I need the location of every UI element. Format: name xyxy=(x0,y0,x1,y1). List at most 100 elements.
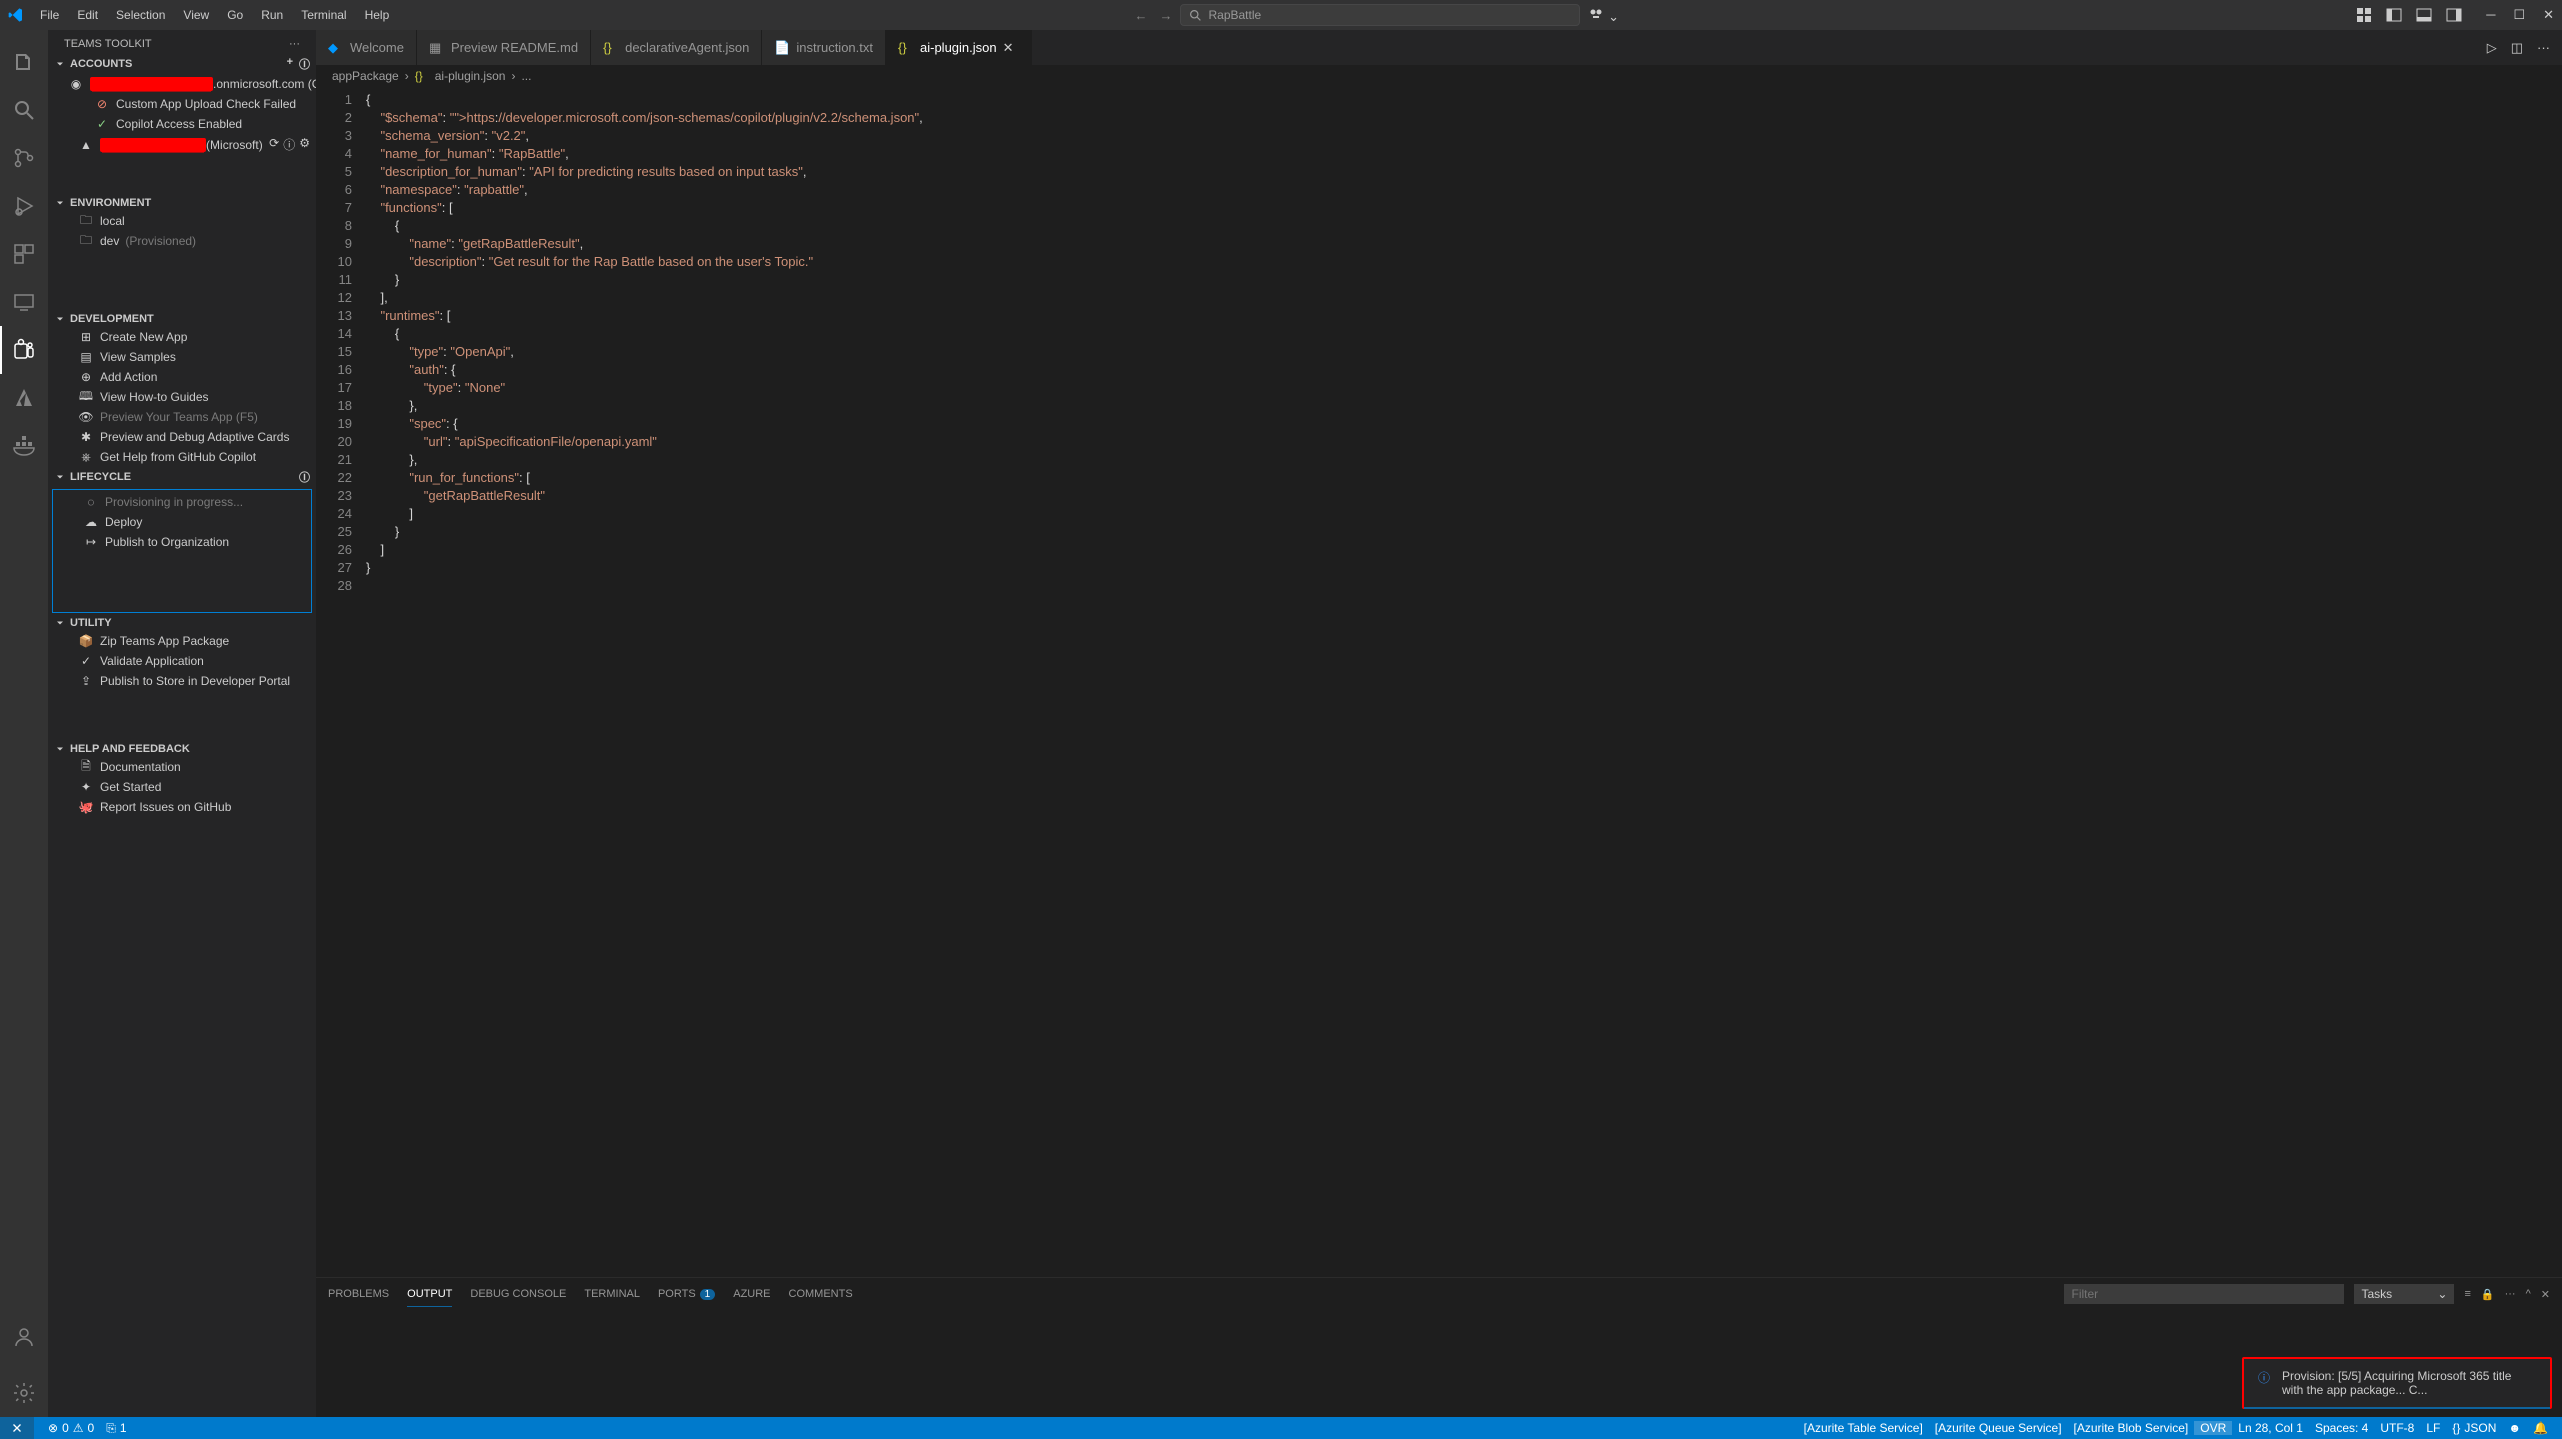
status-eol[interactable]: LF xyxy=(2420,1421,2446,1435)
chevron-up-icon[interactable]: ^ xyxy=(2526,1288,2531,1300)
breadcrumb[interactable]: appPackage › {} ai-plugin.json › ... xyxy=(316,65,2562,87)
refresh-icon[interactable]: ⟳ xyxy=(269,136,279,153)
activity-source-control[interactable] xyxy=(0,134,48,182)
tab-preview-readme[interactable]: ▦Preview README.md xyxy=(417,30,591,65)
panel-tab-terminal[interactable]: TERMINAL xyxy=(584,1282,640,1306)
activity-search[interactable] xyxy=(0,86,48,134)
dev-preview-cards[interactable]: ✱Preview and Debug Adaptive Cards xyxy=(48,427,316,447)
info-icon[interactable]: ⓘ xyxy=(283,136,295,153)
panel-right-icon[interactable] xyxy=(2446,7,2462,23)
menu-edit[interactable]: Edit xyxy=(69,4,106,26)
menu-run[interactable]: Run xyxy=(253,4,291,26)
section-development[interactable]: DEVELOPMENT xyxy=(48,311,316,327)
account-copilot-enabled[interactable]: ✓ Copilot Access Enabled xyxy=(48,114,316,134)
activity-teams-toolkit[interactable] xyxy=(0,326,48,374)
section-accounts[interactable]: ACCOUNTS + ⓘ xyxy=(48,54,316,74)
window-maximize-icon[interactable]: ☐ xyxy=(2513,7,2525,23)
status-encoding[interactable]: UTF-8 xyxy=(2374,1421,2420,1435)
env-local[interactable]: 🗀 local xyxy=(48,211,316,231)
info-icon[interactable]: ⓘ xyxy=(299,56,310,72)
help-docs[interactable]: 🗎Documentation xyxy=(48,757,316,777)
help-report-issue[interactable]: 🐙Report Issues on GitHub xyxy=(48,797,316,817)
add-account-icon[interactable]: + xyxy=(287,56,293,72)
layout-grid-icon[interactable] xyxy=(2356,7,2372,23)
status-cursor-position[interactable]: Ln 28, Col 1 xyxy=(2232,1421,2309,1435)
menu-selection[interactable]: Selection xyxy=(108,4,173,26)
account-custom-app-failed[interactable]: ⊘ Custom App Upload Check Failed xyxy=(48,94,316,114)
lifecycle-provisioning[interactable]: ◌Provisioning in progress... xyxy=(53,492,311,512)
panel-tab-output[interactable]: OUTPUT xyxy=(407,1282,452,1307)
help-get-started[interactable]: ✦Get Started xyxy=(48,777,316,797)
window-close-icon[interactable]: ✕ xyxy=(2543,7,2554,23)
panel-filter-input[interactable] xyxy=(2064,1284,2344,1304)
activity-explorer[interactable] xyxy=(0,38,48,86)
activity-accounts[interactable] xyxy=(0,1313,48,1361)
dev-github-copilot[interactable]: ⎈Get Help from GitHub Copilot xyxy=(48,447,316,467)
close-icon[interactable]: ✕ xyxy=(1003,40,1019,56)
lifecycle-publish[interactable]: ↦Publish to Organization xyxy=(53,532,311,552)
panel-tab-ports[interactable]: PORTS1 xyxy=(658,1282,715,1306)
info-icon[interactable]: ⓘ xyxy=(299,469,310,485)
status-feedback-icon[interactable]: ☻ xyxy=(2502,1421,2527,1435)
tab-welcome[interactable]: ◆Welcome xyxy=(316,30,417,65)
window-minimize-icon[interactable]: ─ xyxy=(2486,7,2495,23)
more-icon[interactable]: ··· xyxy=(2505,1288,2516,1300)
gear-icon[interactable]: ⚙ xyxy=(299,136,310,153)
account-item-microsoft[interactable]: ▲ ████████████(Microsoft) ⟳ ⓘ ⚙ xyxy=(48,134,316,155)
menu-file[interactable]: File xyxy=(32,4,67,26)
menu-terminal[interactable]: Terminal xyxy=(293,4,354,26)
panel-output-select[interactable]: Tasks⌄ xyxy=(2354,1284,2454,1304)
split-icon[interactable]: ◫ xyxy=(2511,40,2523,56)
panel-tab-problems[interactable]: PROBLEMS xyxy=(328,1282,389,1306)
status-azurite-table[interactable]: [Azurite Table Service] xyxy=(1798,1421,1929,1435)
utility-publish-store[interactable]: ⇪Publish to Store in Developer Portal xyxy=(48,671,316,691)
account-item-contoso[interactable]: ◉ ██████████████.onmicrosoft.com (Contos… xyxy=(48,74,316,94)
section-lifecycle[interactable]: LIFECYCLE ⓘ xyxy=(48,467,316,487)
command-center-search[interactable]: RapBattle xyxy=(1180,4,1580,26)
status-spaces[interactable]: Spaces: 4 xyxy=(2309,1421,2374,1435)
sidebar-more-icon[interactable]: ··· xyxy=(289,38,300,50)
activity-remote[interactable] xyxy=(0,278,48,326)
more-icon[interactable]: ··· xyxy=(2537,40,2550,55)
nav-back-icon[interactable]: ← xyxy=(1134,8,1147,23)
menu-view[interactable]: View xyxy=(175,4,217,26)
list-icon[interactable]: ≡ xyxy=(2464,1288,2470,1300)
panel-tab-azure[interactable]: AZURE xyxy=(733,1282,770,1306)
panel-tab-debug[interactable]: DEBUG CONSOLE xyxy=(470,1282,566,1306)
dev-view-samples[interactable]: ▤View Samples xyxy=(48,347,316,367)
close-icon[interactable]: ✕ xyxy=(2541,1288,2550,1301)
utility-validate[interactable]: ✓Validate Application xyxy=(48,651,316,671)
panel-bottom-icon[interactable] xyxy=(2416,7,2432,23)
dev-howto-guides[interactable]: 🕮View How-to Guides xyxy=(48,387,316,407)
tab-instruction[interactable]: 📄instruction.txt xyxy=(762,30,886,65)
utility-zip[interactable]: 📦Zip Teams App Package xyxy=(48,631,316,651)
activity-azure[interactable] xyxy=(0,374,48,422)
copilot-icon[interactable]: ⌄ xyxy=(1588,5,1619,25)
status-azurite-blob[interactable]: [Azurite Blob Service] xyxy=(2068,1421,2195,1435)
dev-preview-app[interactable]: 👁Preview Your Teams App (F5) xyxy=(48,407,316,427)
section-help[interactable]: HELP AND FEEDBACK xyxy=(48,741,316,757)
code-editor[interactable]: 1234567891011121314151617181920212223242… xyxy=(316,87,2562,1277)
lock-icon[interactable]: 🔒 xyxy=(2481,1288,2495,1301)
activity-run-debug[interactable] xyxy=(0,182,48,230)
activity-extensions[interactable] xyxy=(0,230,48,278)
notification-toast[interactable]: ⓘ Provision: [5/5] Acquiring Microsoft 3… xyxy=(2242,1357,2552,1409)
menu-go[interactable]: Go xyxy=(219,4,251,26)
env-dev[interactable]: 🗀 dev (Provisioned) xyxy=(48,231,316,251)
status-errors[interactable]: ⊗ 0 ⚠ 0 xyxy=(42,1421,100,1435)
dev-add-action[interactable]: ⊕Add Action xyxy=(48,367,316,387)
panel-left-icon[interactable] xyxy=(2386,7,2402,23)
status-language[interactable]: {} JSON xyxy=(2446,1421,2502,1435)
status-ovr[interactable]: OVR xyxy=(2194,1421,2232,1435)
activity-containers[interactable] xyxy=(0,422,48,470)
panel-tab-comments[interactable]: COMMENTS xyxy=(789,1282,853,1306)
activity-settings[interactable] xyxy=(0,1369,48,1417)
dev-create-app[interactable]: ⊞Create New App xyxy=(48,327,316,347)
nav-forward-icon[interactable]: → xyxy=(1159,8,1172,23)
remote-indicator[interactable] xyxy=(0,1417,34,1439)
tab-declarative-agent[interactable]: {}declarativeAgent.json xyxy=(591,30,762,65)
lifecycle-deploy[interactable]: ☁Deploy xyxy=(53,512,311,532)
status-bell-icon[interactable]: 🔔 xyxy=(2527,1421,2554,1435)
section-utility[interactable]: UTILITY xyxy=(48,615,316,631)
menu-help[interactable]: Help xyxy=(357,4,398,26)
